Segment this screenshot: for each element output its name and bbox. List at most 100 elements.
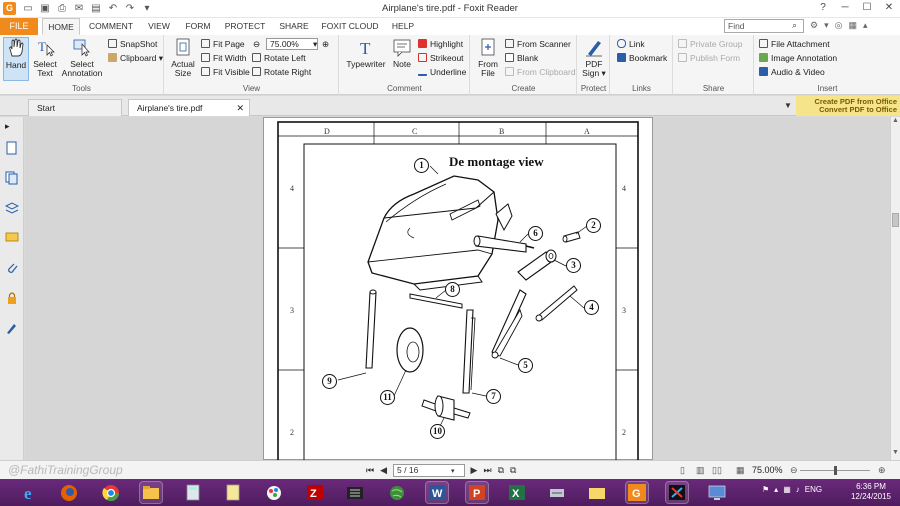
rotate-left-button[interactable]: Rotate Left: [252, 53, 306, 64]
grid-icon[interactable]: ▦: [848, 20, 857, 31]
next-view-icon[interactable]: ⧉: [510, 465, 516, 476]
dropdown-icon[interactable]: ▾: [824, 20, 829, 31]
flag-icon[interactable]: ⚑: [762, 485, 769, 494]
tab-comment[interactable]: COMMENT: [84, 18, 138, 35]
tab-protect[interactable]: PROTECT: [220, 18, 270, 35]
zoom-out-icon[interactable]: ⊖: [253, 39, 260, 50]
audio-video-button[interactable]: Audio & Video: [759, 67, 825, 78]
help-icon[interactable]: ?: [812, 0, 834, 16]
chrome-icon[interactable]: [100, 482, 122, 503]
folder-icon[interactable]: [586, 482, 608, 503]
tab-home[interactable]: HOME: [42, 18, 80, 35]
tab-foxit-cloud[interactable]: FOXIT CLOUD: [318, 18, 382, 35]
hand-button[interactable]: Hand: [3, 37, 29, 81]
fit-width-button[interactable]: Fit Width: [201, 53, 247, 64]
last-page-icon[interactable]: ⏭: [483, 465, 491, 476]
note-button[interactable]: Note: [390, 37, 414, 69]
zoom-slider-thumb[interactable]: [834, 466, 837, 475]
scroll-up-icon[interactable]: ▲: [892, 117, 899, 124]
settings-icon[interactable]: ⚙: [810, 20, 818, 31]
clock[interactable]: 6:36 PM 12/24/2015: [846, 482, 896, 502]
rotate-right-button[interactable]: Rotate Right: [252, 67, 311, 78]
pdf-sign-button[interactable]: PDF Sign ▾: [581, 37, 607, 78]
from-scanner-button[interactable]: From Scanner: [505, 39, 571, 50]
security-lock-icon[interactable]: [5, 291, 19, 305]
foxit-icon[interactable]: G: [625, 481, 649, 504]
expand-panel-icon[interactable]: ▸: [5, 121, 19, 135]
previous-page-icon[interactable]: ◀: [380, 465, 387, 476]
attachments-icon[interactable]: [5, 261, 19, 275]
comments-icon[interactable]: [5, 231, 19, 245]
show-hidden-icon[interactable]: ▴: [774, 485, 778, 494]
globe-icon[interactable]: [386, 482, 408, 503]
tab-start[interactable]: Start: [28, 99, 122, 116]
page-thumbnails-icon[interactable]: [5, 141, 19, 155]
status-zoom-level[interactable]: 75.00%: [752, 465, 783, 475]
search-options-icon[interactable]: ◎: [835, 20, 843, 31]
notepad-icon[interactable]: [222, 482, 244, 503]
select-text-button[interactable]: T Select Text: [31, 37, 59, 78]
underline-button[interactable]: Underline: [418, 67, 466, 78]
zoom-in-status-icon[interactable]: ⊕: [878, 465, 886, 476]
close-tab-icon[interactable]: ✕: [236, 100, 244, 116]
camtasia-icon[interactable]: [665, 481, 689, 504]
single-page-icon[interactable]: ▯: [680, 465, 685, 476]
network-icon[interactable]: [546, 482, 568, 503]
continuous-page-icon[interactable]: ▥: [696, 465, 705, 476]
ie-icon[interactable]: e: [20, 482, 42, 503]
word-icon[interactable]: W: [425, 481, 449, 504]
actual-size-button[interactable]: Actual Size: [169, 37, 197, 78]
continuous-facing-icon[interactable]: ▦: [736, 465, 745, 476]
paint-icon[interactable]: [263, 482, 285, 503]
tab-list-dropdown-icon[interactable]: ▼: [784, 101, 792, 110]
layers-icon[interactable]: [5, 201, 19, 215]
zoom-dropdown-icon[interactable]: ▾: [313, 39, 317, 50]
from-file-button[interactable]: From File: [475, 37, 501, 78]
zoom-select[interactable]: 75.00%: [266, 38, 318, 50]
network-tray-icon[interactable]: ▦: [783, 485, 791, 494]
clipboard-button[interactable]: Clipboard ▾: [108, 53, 163, 64]
from-clipboard-button[interactable]: From Clipboard: [505, 67, 576, 78]
pdf-page[interactable]: De montage view D C B A 4 3 2 4 3 2 1 2 …: [263, 117, 653, 460]
page-dropdown-icon[interactable]: ▾: [451, 467, 455, 475]
maximize-icon[interactable]: ☐: [856, 0, 878, 16]
strikeout-button[interactable]: Strikeout: [418, 53, 464, 64]
language-indicator[interactable]: ENG: [805, 485, 822, 494]
media-icon[interactable]: [344, 482, 366, 503]
tab-airplanes-tire[interactable]: Airplane's tire.pdf ✕: [128, 99, 250, 116]
close-icon[interactable]: ✕: [878, 0, 900, 16]
screen-icon[interactable]: [706, 482, 728, 503]
firefox-icon[interactable]: [58, 482, 80, 503]
fit-page-button[interactable]: Fit Page: [201, 39, 245, 50]
tab-view[interactable]: VIEW: [142, 18, 176, 35]
scroll-thumb[interactable]: [892, 213, 899, 227]
publish-form-button[interactable]: Publish Form: [678, 53, 740, 64]
pages-icon[interactable]: [5, 171, 19, 185]
previous-view-icon[interactable]: ⧉: [498, 465, 504, 476]
bookmark-button[interactable]: Bookmark: [617, 53, 667, 64]
promo-banner[interactable]: Create PDF from Office Convert PDF to Of…: [796, 96, 900, 116]
scroll-down-icon[interactable]: ▼: [892, 449, 899, 456]
select-annotation-button[interactable]: Select Annotation: [60, 37, 104, 78]
calculator-icon[interactable]: [182, 482, 204, 503]
typewriter-button[interactable]: T Typewriter: [344, 37, 388, 69]
signatures-icon[interactable]: [5, 321, 19, 335]
file-attachment-button[interactable]: File Attachment: [759, 39, 830, 50]
document-view[interactable]: De montage view D C B A 4 3 2 4 3 2 1 2 …: [25, 117, 890, 460]
first-page-icon[interactable]: ⏮: [366, 465, 374, 476]
excel-icon[interactable]: X: [506, 482, 528, 503]
powerpoint-icon[interactable]: P: [465, 481, 489, 504]
next-page-icon[interactable]: ▶: [471, 465, 478, 476]
speaker-icon[interactable]: ♪: [796, 485, 800, 494]
image-annotation-button[interactable]: Image Annotation: [759, 53, 837, 64]
vertical-scrollbar[interactable]: ▲ ▼: [890, 117, 900, 460]
snapshot-button[interactable]: SnapShot: [108, 39, 157, 50]
fit-visible-button[interactable]: Fit Visible: [201, 67, 250, 78]
facing-page-icon[interactable]: ▯▯: [712, 465, 722, 476]
tab-share[interactable]: SHARE: [274, 18, 314, 35]
highlight-button[interactable]: Highlight: [418, 39, 463, 50]
filezilla-icon[interactable]: Z: [304, 482, 326, 503]
ribbon-collapse-icon[interactable]: ▴: [863, 20, 868, 31]
search-icon[interactable]: ⌕: [792, 20, 797, 31]
private-group-button[interactable]: Private Group: [678, 39, 742, 50]
